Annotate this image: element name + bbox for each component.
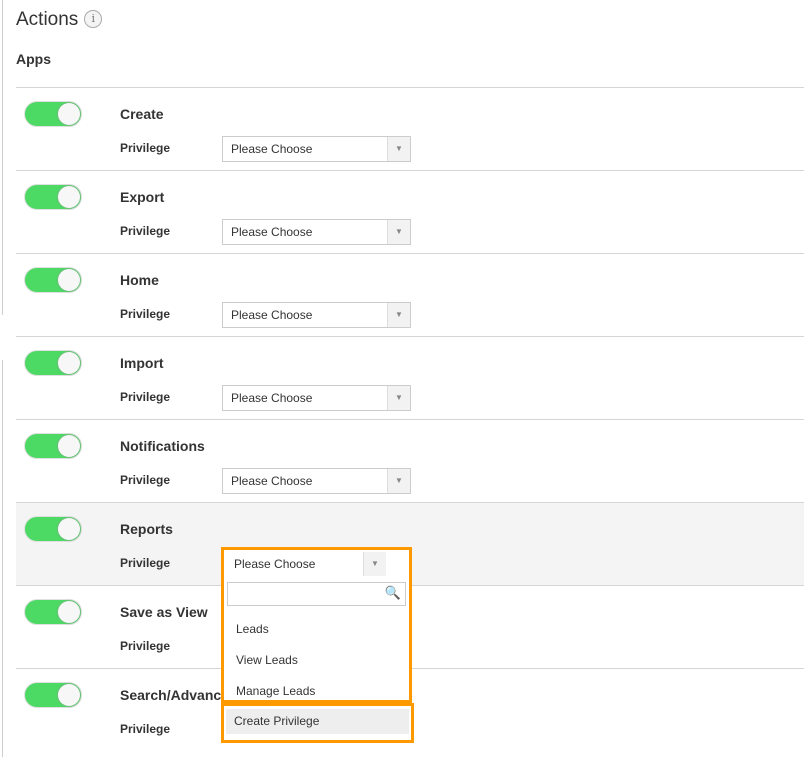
- privilege-select[interactable]: Please Choose ▼: [222, 468, 411, 494]
- left-border: [2, 0, 3, 315]
- dropdown-search-input[interactable]: 🔍: [227, 582, 406, 606]
- toggle-knob: [58, 103, 80, 125]
- enable-toggle[interactable]: [24, 267, 82, 293]
- toggle-knob: [58, 435, 80, 457]
- action-row: Home Privilege Please Choose ▼: [16, 253, 804, 337]
- option-view-leads[interactable]: View Leads: [236, 653, 298, 667]
- privilege-select-open[interactable]: Please Choose ▼: [226, 552, 386, 576]
- toggle-knob: [58, 518, 80, 540]
- enable-toggle[interactable]: [24, 184, 82, 210]
- enable-toggle[interactable]: [24, 516, 82, 542]
- search-icon: 🔍: [384, 585, 401, 600]
- info-icon[interactable]: i: [84, 10, 103, 28]
- toggle-knob: [58, 269, 80, 291]
- chevron-down-icon[interactable]: ▼: [363, 552, 386, 576]
- left-border: [2, 360, 3, 757]
- action-name: Create: [120, 106, 164, 122]
- action-name: Import: [120, 355, 164, 371]
- create-privilege-button[interactable]: Create Privilege: [226, 709, 409, 734]
- privilege-dropdown: Please Choose ▼ 🔍 Leads View Leads Manage…: [221, 547, 412, 703]
- action-row: Notifications Privilege Please Choose ▼: [16, 419, 804, 503]
- chevron-down-icon[interactable]: ▼: [387, 469, 410, 493]
- chevron-down-icon[interactable]: ▼: [387, 303, 410, 327]
- action-row: Import Privilege Please Choose ▼: [16, 336, 804, 420]
- toggle-knob: [58, 684, 80, 706]
- option-manage-leads[interactable]: Manage Leads: [236, 684, 315, 698]
- privilege-label: Privilege: [120, 390, 171, 404]
- chevron-down-icon[interactable]: ▼: [387, 137, 410, 161]
- action-row: Create Privilege Please Choose ▼: [16, 87, 804, 171]
- toggle-knob: [58, 601, 80, 623]
- privilege-label: Privilege: [120, 639, 171, 653]
- toggle-knob: [58, 352, 80, 374]
- action-name: Notifications: [120, 438, 205, 454]
- enable-toggle[interactable]: [24, 101, 82, 127]
- privilege-label: Privilege: [120, 722, 171, 736]
- enable-toggle[interactable]: [24, 599, 82, 625]
- privilege-select[interactable]: Please Choose ▼: [222, 136, 411, 162]
- option-leads[interactable]: Leads: [236, 622, 269, 636]
- enable-toggle[interactable]: [24, 350, 82, 376]
- privilege-select[interactable]: Please Choose ▼: [222, 302, 411, 328]
- page-title: Actions i: [16, 9, 103, 31]
- toggle-knob: [58, 186, 80, 208]
- action-name: Search/Advanced: [120, 687, 238, 703]
- create-privilege-wrapper: Create Privilege: [221, 703, 414, 743]
- action-name: Export: [120, 189, 165, 205]
- enable-toggle[interactable]: [24, 682, 82, 708]
- privilege-label: Privilege: [120, 473, 171, 487]
- enable-toggle[interactable]: [24, 433, 82, 459]
- chevron-down-icon[interactable]: ▼: [387, 386, 410, 410]
- action-name: Reports: [120, 521, 173, 537]
- privilege-select[interactable]: Please Choose ▼: [222, 219, 411, 245]
- privilege-select[interactable]: Please Choose ▼: [222, 385, 411, 411]
- privilege-label: Privilege: [120, 224, 171, 238]
- privilege-label: Privilege: [120, 556, 171, 570]
- action-name: Home: [120, 272, 159, 288]
- action-row: Export Privilege Please Choose ▼: [16, 170, 804, 254]
- action-name: Save as View: [120, 604, 208, 620]
- privilege-label: Privilege: [120, 307, 171, 321]
- chevron-down-icon[interactable]: ▼: [387, 220, 410, 244]
- section-title: Apps: [16, 51, 51, 67]
- privilege-label: Privilege: [120, 141, 171, 155]
